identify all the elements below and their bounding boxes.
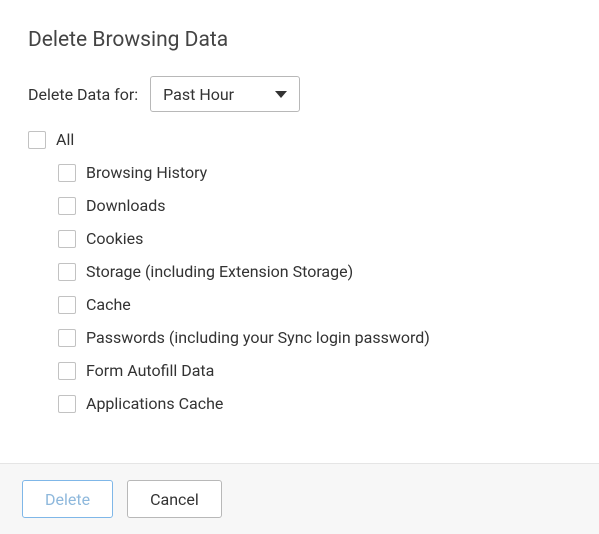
item-checkbox[interactable] (58, 329, 76, 347)
item-row: Browsing History (58, 163, 571, 182)
item-label: Passwords (including your Sync login pas… (86, 328, 430, 347)
dialog-content: Delete Browsing Data Delete Data for: Pa… (0, 0, 599, 463)
item-checkbox[interactable] (58, 230, 76, 248)
time-range-select[interactable]: Past Hour (150, 76, 300, 112)
item-row: Passwords (including your Sync login pas… (58, 328, 571, 347)
item-label: Applications Cache (86, 394, 223, 413)
time-range-label: Delete Data for: (28, 85, 138, 104)
item-checkbox[interactable] (58, 197, 76, 215)
all-label: All (56, 130, 74, 149)
item-checkbox[interactable] (58, 263, 76, 281)
chevron-down-icon (275, 91, 287, 98)
item-row: Cookies (58, 229, 571, 248)
item-checkbox[interactable] (58, 296, 76, 314)
item-label: Browsing History (86, 163, 207, 182)
item-checkbox[interactable] (58, 164, 76, 182)
item-checkbox[interactable] (58, 395, 76, 413)
dialog-footer: Delete Cancel (0, 463, 599, 534)
delete-browsing-data-dialog: Delete Browsing Data Delete Data for: Pa… (0, 0, 599, 534)
all-option-row: All (28, 130, 571, 149)
item-checkbox[interactable] (58, 362, 76, 380)
item-label: Storage (including Extension Storage) (86, 262, 353, 281)
all-checkbox[interactable] (28, 131, 46, 149)
item-label: Cache (86, 295, 131, 314)
item-label: Form Autofill Data (86, 361, 214, 380)
time-range-value: Past Hour (163, 85, 275, 104)
delete-button[interactable]: Delete (22, 480, 113, 518)
items-list: Browsing History Downloads Cookies Storage … (28, 163, 571, 413)
item-row: Downloads (58, 196, 571, 215)
item-row: Applications Cache (58, 394, 571, 413)
item-row: Storage (including Extension Storage) (58, 262, 571, 281)
item-row: Form Autofill Data (58, 361, 571, 380)
cancel-button[interactable]: Cancel (127, 480, 222, 518)
dialog-title: Delete Browsing Data (28, 28, 571, 52)
item-label: Downloads (86, 196, 165, 215)
item-label: Cookies (86, 229, 143, 248)
time-range-row: Delete Data for: Past Hour (28, 76, 571, 112)
item-row: Cache (58, 295, 571, 314)
